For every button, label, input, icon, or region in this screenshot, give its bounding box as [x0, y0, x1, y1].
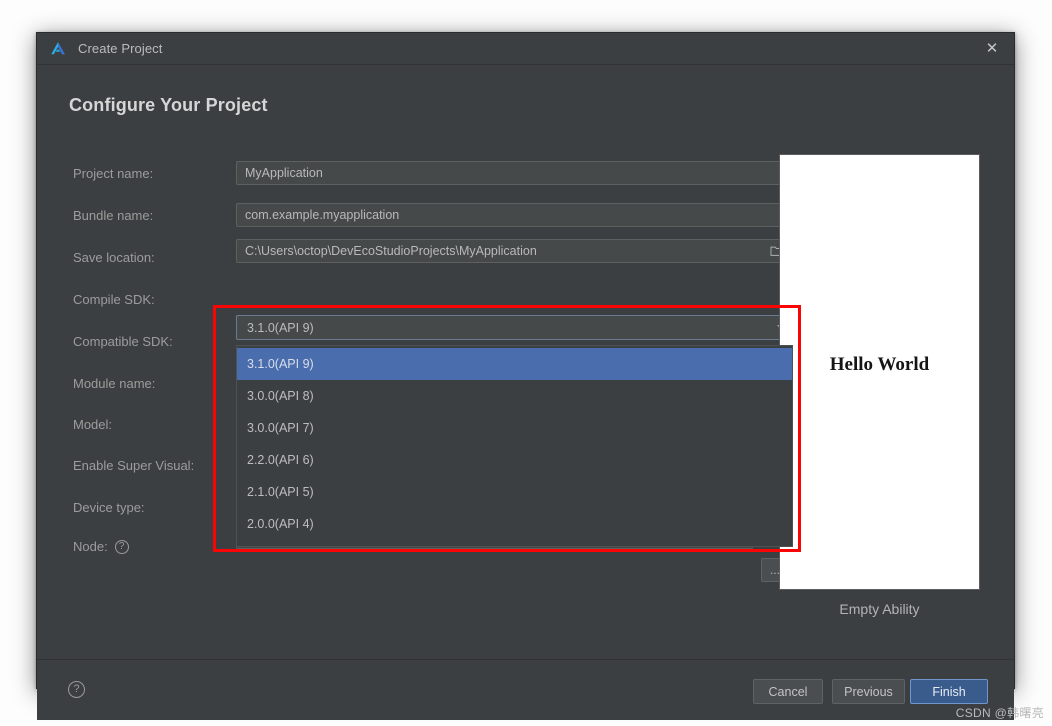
label-save-location: Save location: — [73, 250, 155, 265]
dialog-title: Create Project — [78, 41, 163, 56]
dropdown-option-3-0-0-api-8[interactable]: 3.0.0(API 8) — [237, 380, 792, 412]
compile-sdk-combobox[interactable]: 3.1.0(API 9) — [236, 315, 793, 340]
project-name-value: MyApplication — [245, 166, 784, 180]
label-compatible-sdk: Compatible SDK: — [73, 334, 173, 349]
dropdown-option-2-0-0-api-4[interactable]: 2.0.0(API 4) — [237, 508, 792, 540]
device-preview-frame: Hello World — [779, 154, 980, 590]
save-location-value: C:\Users\octop\DevEcoStudioProjects\MyAp… — [245, 244, 770, 258]
create-project-dialog: Create Project ✕ Configure Your Project … — [36, 32, 1015, 689]
label-node: Node: ? — [73, 539, 129, 554]
cancel-button[interactable]: Cancel — [753, 679, 823, 704]
save-location-input[interactable]: C:\Users\octop\DevEcoStudioProjects\MyAp… — [236, 239, 793, 263]
previous-button[interactable]: Previous — [832, 679, 905, 704]
page-title: Configure Your Project — [69, 95, 268, 116]
project-name-input[interactable]: MyApplication — [236, 161, 793, 185]
dropdown-option-label: 2.0.0(API 4) — [247, 517, 314, 531]
screenshot-root: Create Project ✕ Configure Your Project … — [0, 0, 1052, 726]
dialog-titlebar: Create Project ✕ — [37, 33, 1014, 65]
label-project-name: Project name: — [73, 166, 153, 181]
dialog-footer: ? Cancel Previous Finish — [37, 659, 1014, 720]
dropdown-option-2-1-0-api-5[interactable]: 2.1.0(API 5) — [237, 476, 792, 508]
label-device-type: Device type: — [73, 500, 145, 515]
deveco-logo-icon — [49, 40, 67, 58]
help-icon[interactable]: ? — [115, 540, 129, 554]
label-model: Model: — [73, 417, 112, 432]
preview-hello-world-text: Hello World — [780, 354, 979, 376]
dropdown-option-label: 3.0.0(API 8) — [247, 389, 314, 403]
dialog-body: Configure Your Project Project name: Bun… — [37, 65, 1014, 659]
dropdown-option-3-1-0-api-9[interactable]: 3.1.0(API 9) — [237, 348, 792, 380]
close-icon[interactable]: ✕ — [970, 33, 1014, 64]
label-enable-super-visual: Enable Super Visual: — [73, 458, 194, 473]
dropdown-option-2-2-0-api-6[interactable]: 2.2.0(API 6) — [237, 444, 792, 476]
csdn-watermark: CSDN @韩曙亮 — [956, 704, 1044, 721]
dropdown-option-label: 2.1.0(API 5) — [247, 485, 314, 499]
preview-caption: Empty Ability — [779, 601, 980, 617]
dropdown-option-3-0-0-api-7[interactable]: 3.0.0(API 7) — [237, 412, 792, 444]
dropdown-option-label: 3.1.0(API 9) — [247, 357, 314, 371]
help-icon[interactable]: ? — [68, 681, 85, 698]
bundle-name-value: com.example.myapplication — [245, 208, 784, 222]
dropdown-option-label: 3.0.0(API 7) — [247, 421, 314, 435]
label-module-name: Module name: — [73, 376, 155, 391]
compile-sdk-selected-value: 3.1.0(API 9) — [247, 321, 771, 335]
dropdown-option-label: 2.2.0(API 6) — [247, 453, 314, 467]
label-compile-sdk: Compile SDK: — [73, 292, 155, 307]
finish-button[interactable]: Finish — [910, 679, 988, 704]
compile-sdk-dropdown-list[interactable]: 3.1.0(API 9) 3.0.0(API 8) 3.0.0(API 7) 2… — [236, 345, 793, 547]
bundle-name-input[interactable]: com.example.myapplication — [236, 203, 793, 227]
label-bundle-name: Bundle name: — [73, 208, 153, 223]
label-node-text: Node: — [73, 539, 108, 554]
